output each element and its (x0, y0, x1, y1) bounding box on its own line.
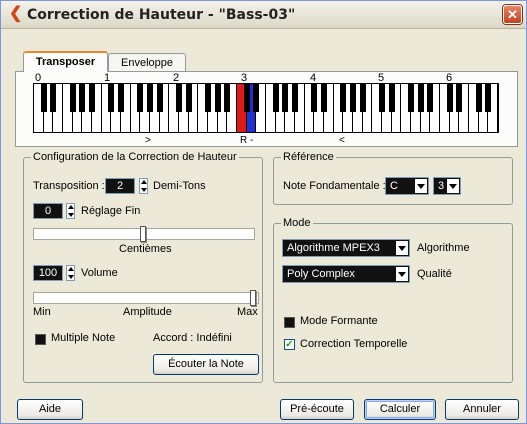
black-key[interactable] (214, 84, 221, 112)
chevron-down-icon (396, 267, 408, 281)
black-key[interactable] (69, 84, 76, 112)
tab-transposer[interactable]: Transposer (23, 51, 108, 72)
black-key[interactable] (176, 84, 182, 112)
chevron-down-icon (396, 241, 408, 255)
multiple-note-label: Multiple Note (51, 332, 116, 344)
black-key[interactable] (253, 84, 260, 112)
cents-label: Centièmes (119, 243, 172, 255)
black-key[interactable] (79, 84, 86, 112)
amplitude-max-label: Max (237, 306, 258, 318)
black-key[interactable] (340, 84, 347, 112)
fine-tune-slider-thumb[interactable] (140, 226, 146, 242)
root-octave-value: 3 (438, 180, 445, 192)
fine-tune-field[interactable]: 0 (33, 203, 63, 219)
root-octave-select[interactable]: 3 (433, 177, 461, 195)
listen-note-button[interactable]: Écouter la Note (153, 354, 259, 375)
preview-button[interactable]: Pré-écoute (280, 399, 354, 420)
black-key[interactable] (272, 84, 279, 112)
transposition-label: Transposition : (33, 180, 105, 192)
multiple-note-checkbox[interactable] (35, 334, 46, 345)
chevron-down-icon (447, 179, 459, 193)
cancel-button[interactable]: Annuler (445, 399, 519, 420)
amplitude-slider[interactable] (33, 290, 259, 306)
black-key[interactable] (359, 84, 366, 112)
black-key[interactable] (185, 84, 192, 112)
pitch-config-title: Configuration de la Correction de Hauteu… (31, 151, 239, 163)
black-key[interactable] (205, 84, 211, 112)
black-key[interactable] (50, 84, 57, 112)
amplitude-label: Amplitude (123, 306, 172, 318)
close-button[interactable]: ✕ (503, 5, 522, 24)
calculate-button[interactable]: Calculer (364, 399, 436, 420)
black-key[interactable] (475, 84, 482, 112)
black-key[interactable] (156, 84, 163, 112)
black-key[interactable] (118, 84, 124, 112)
title-bar[interactable]: ❮ Correction de Hauteur - "Bass-03" ✕ (1, 1, 526, 29)
black-key[interactable] (456, 84, 463, 112)
black-key[interactable] (321, 84, 327, 112)
volume-spin[interactable] (66, 265, 75, 281)
pitch-shift-dialog: ❮ Correction de Hauteur - "Bass-03" ✕ Tr… (0, 0, 527, 424)
algorithm-value: Algorithme MPEX3 (287, 242, 380, 254)
range-marker-left: > (145, 135, 151, 146)
chevron-down-icon (415, 179, 427, 193)
black-key[interactable] (408, 84, 414, 112)
black-key[interactable] (243, 84, 250, 112)
root-note-label: Note Fondamentale : (283, 180, 386, 192)
algorithm-select[interactable]: Algorithme MPEX3 (282, 239, 410, 257)
root-marker: R - (240, 135, 254, 146)
volume-label: Volume (81, 267, 118, 279)
black-key[interactable] (224, 84, 231, 112)
amplitude-min-label: Min (33, 306, 51, 318)
transposition-spin[interactable] (139, 178, 148, 194)
time-correction-checkbox[interactable]: ✓ (284, 339, 295, 350)
black-key[interactable] (379, 84, 385, 112)
black-key[interactable] (137, 84, 144, 112)
algorithm-label: Algorithme (417, 242, 470, 254)
reference-title: Référence (281, 151, 336, 163)
black-key[interactable] (485, 84, 492, 112)
amplitude-slider-thumb[interactable] (250, 290, 256, 306)
mode-title: Mode (281, 217, 313, 229)
close-icon: ✕ (507, 7, 518, 22)
black-key[interactable] (282, 84, 289, 112)
black-key[interactable] (40, 84, 47, 112)
black-key[interactable] (446, 84, 453, 112)
cubase-logo-icon: ❮ (9, 5, 23, 22)
black-key[interactable] (427, 84, 434, 112)
root-note-value: C (390, 180, 398, 192)
quality-label: Qualité (417, 268, 452, 280)
root-note-select[interactable]: C (385, 177, 429, 195)
transposition-unit-label: Demi-Tons (153, 180, 206, 192)
quality-select[interactable]: Poly Complex (282, 265, 410, 283)
black-key[interactable] (388, 84, 395, 112)
fine-tune-slider[interactable] (33, 226, 255, 242)
black-key[interactable] (311, 84, 318, 112)
tab-enveloppe[interactable]: Enveloppe (108, 53, 186, 72)
black-key[interactable] (89, 84, 95, 112)
window-title: Correction de Hauteur - "Bass-03" (27, 7, 296, 23)
piano-keyboard[interactable] (33, 83, 499, 133)
black-key[interactable] (417, 84, 424, 112)
checkmark-icon: ✓ (285, 339, 294, 350)
transposition-field[interactable]: 2 (105, 178, 135, 194)
time-correction-label: Correction Temporelle (300, 338, 408, 350)
formant-mode-checkbox[interactable] (284, 317, 295, 328)
volume-field[interactable]: 100 (33, 265, 63, 281)
black-key[interactable] (108, 84, 115, 112)
range-marker-right: < (339, 135, 345, 146)
black-key[interactable] (350, 84, 356, 112)
fine-tune-spin[interactable] (66, 203, 75, 219)
help-button[interactable]: Aide (17, 399, 83, 420)
chord-status: Accord : Indéfini (153, 332, 232, 344)
formant-mode-label: Mode Formante (300, 315, 378, 327)
black-key[interactable] (147, 84, 153, 112)
black-key[interactable] (292, 84, 298, 112)
fine-tune-label: Réglage Fin (81, 205, 141, 217)
quality-value: Poly Complex (287, 268, 355, 280)
